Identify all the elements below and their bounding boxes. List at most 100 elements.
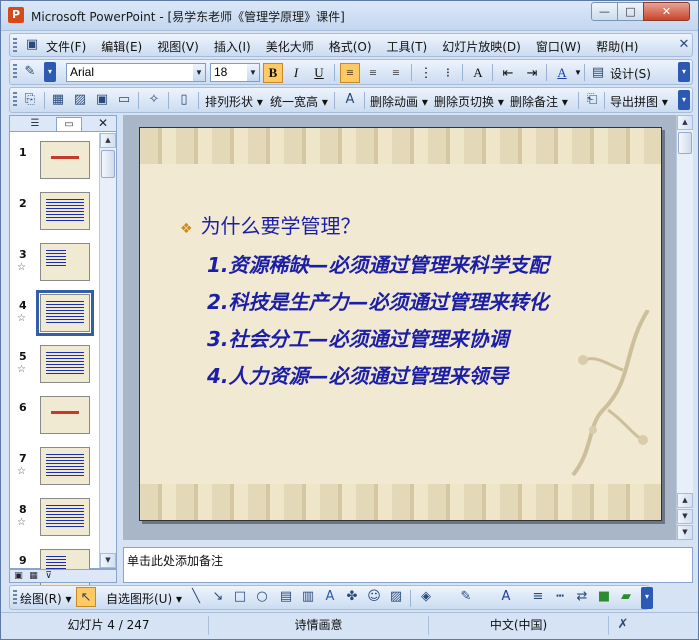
slide-thumbnail[interactable] bbox=[40, 498, 90, 536]
current-slide[interactable]: ❖ 为什么要学管理？ 1.资源稀缺—必须通过管理来科学支配 2.科技是生产力—必须… bbox=[139, 127, 662, 521]
slide-sorter-icon[interactable]: ▦ bbox=[27, 570, 40, 582]
line-color-icon[interactable]: ✎ bbox=[456, 587, 476, 607]
slide-thumbnail[interactable] bbox=[40, 141, 90, 179]
slide-scrollbar[interactable]: ▲ ▲ ▼ ▼ bbox=[676, 115, 693, 540]
menu-help[interactable]: 帮助(H) bbox=[596, 38, 638, 55]
scroll-thumb[interactable] bbox=[101, 150, 115, 178]
chevron-down-icon[interactable]: ▼ bbox=[247, 64, 259, 81]
close-icon[interactable]: ✕ bbox=[98, 116, 108, 130]
notes-placeholder[interactable]: 单击此处添加备注 bbox=[127, 552, 223, 569]
select-pointer-icon[interactable]: ↖ bbox=[76, 587, 96, 607]
scroll-thumb[interactable] bbox=[678, 132, 692, 154]
minimize-button[interactable]: — bbox=[591, 2, 618, 21]
slide-thumbnail-row[interactable]: 2 bbox=[10, 192, 100, 241]
align-left-icon[interactable]: ≡ bbox=[340, 63, 360, 83]
decrease-indent-icon[interactable]: ⇤ bbox=[498, 63, 518, 83]
dash-style-icon[interactable]: ┅ bbox=[550, 587, 570, 607]
delete-animation-button[interactable]: 删除动画 ▾ bbox=[370, 93, 428, 110]
line-icon[interactable]: ╲ bbox=[186, 587, 206, 607]
tab-slides[interactable]: ▭ bbox=[56, 117, 82, 131]
slide-thumbnail-row[interactable]: 5 ☆ bbox=[10, 345, 100, 394]
layout-icon[interactable]: ▭ bbox=[114, 90, 134, 110]
thumbnail-scrollbar[interactable]: ▲ ▼ bbox=[99, 133, 116, 568]
export-icon[interactable]: ⎗ bbox=[582, 90, 602, 110]
delete-notes-button[interactable]: 删除备注 ▾ bbox=[510, 93, 568, 110]
autoshapes-button[interactable]: 自选图形(U) ▾ bbox=[106, 590, 182, 607]
bold-button[interactable]: B bbox=[263, 63, 283, 83]
scroll-down-icon[interactable]: ▼ bbox=[677, 525, 693, 540]
design-icon[interactable]: ▤ bbox=[588, 63, 608, 83]
scroll-down-icon[interactable]: ▼ bbox=[100, 553, 116, 568]
page-icon[interactable]: ▯ bbox=[174, 90, 194, 110]
increase-indent-icon[interactable]: ⇥ bbox=[522, 63, 542, 83]
toolbar-options-icon[interactable]: ▾ bbox=[678, 62, 690, 82]
arrow-style-icon[interactable]: ⇄ bbox=[572, 587, 592, 607]
next-slide-icon[interactable]: ▼ bbox=[677, 509, 693, 524]
menu-edit[interactable]: 编辑(E) bbox=[101, 38, 142, 55]
picture-icon[interactable]: ▦ bbox=[48, 90, 68, 110]
draw-menu-button[interactable]: 绘图(R) ▾ bbox=[20, 590, 72, 607]
slide-thumbnail[interactable] bbox=[40, 345, 90, 383]
toolbar-grip[interactable] bbox=[13, 590, 17, 606]
align-center-icon[interactable]: ≡ bbox=[363, 63, 383, 83]
font-size-box[interactable]: 18 ▼ bbox=[210, 63, 260, 82]
line-style-icon[interactable]: ≡ bbox=[528, 587, 548, 607]
toolbar-grip[interactable] bbox=[13, 64, 17, 80]
slide-thumbnail-row[interactable]: 3 ☆ bbox=[10, 243, 100, 292]
export-puzzle-button[interactable]: 导出拼图 ▾ bbox=[610, 93, 668, 110]
slide-thumbnail-row[interactable]: 7 ☆ bbox=[10, 447, 100, 496]
toolbar-grip[interactable] bbox=[13, 38, 17, 54]
format-painter-icon[interactable]: ✎ bbox=[20, 62, 40, 82]
increase-font-icon[interactable]: A bbox=[468, 63, 488, 83]
tab-outline[interactable]: ☰ bbox=[22, 117, 48, 131]
photo-icon[interactable]: ▣ bbox=[92, 90, 112, 110]
arrow-icon[interactable]: ↘ bbox=[208, 587, 228, 607]
menu-file[interactable]: 文件(F) bbox=[46, 38, 86, 55]
slide-thumbnail[interactable] bbox=[40, 243, 90, 281]
close-button[interactable]: ✕ bbox=[643, 2, 690, 21]
toolbar-options-icon[interactable]: ▾ bbox=[641, 587, 653, 609]
powerpoint-app-icon[interactable]: P bbox=[8, 7, 24, 23]
underline-button[interactable]: U bbox=[309, 63, 329, 83]
numbering-icon[interactable]: ⋮ bbox=[416, 63, 436, 83]
slide-thumbnail[interactable] bbox=[40, 396, 90, 434]
textbox-icon[interactable]: ▤ bbox=[276, 587, 296, 607]
scroll-up-icon[interactable]: ▲ bbox=[100, 133, 116, 148]
toolbar-grip[interactable] bbox=[13, 92, 17, 108]
3d-icon[interactable]: ▰ bbox=[616, 587, 636, 607]
font-color-icon[interactable]: A bbox=[496, 587, 516, 607]
vertical-textbox-icon[interactable]: ▥ bbox=[298, 587, 318, 607]
insert-picture-icon[interactable]: ▨ bbox=[386, 587, 406, 607]
bullets-icon[interactable]: ⁝ bbox=[438, 63, 458, 83]
notes-pane[interactable]: 单击此处添加备注 bbox=[123, 547, 693, 583]
italic-button[interactable]: I bbox=[286, 63, 306, 83]
slide-text-body[interactable]: ❖ 为什么要学管理？ 1.资源稀缺—必须通过管理来科学支配 2.科技是生产力—必须… bbox=[180, 210, 549, 397]
close-document-icon[interactable]: ✕ bbox=[674, 35, 694, 55]
menu-beautify[interactable]: 美化大师 bbox=[266, 38, 314, 55]
align-right-icon[interactable]: ≡ bbox=[386, 63, 406, 83]
toolbar-options-icon[interactable]: ▾ bbox=[44, 62, 56, 82]
document-icon[interactable]: ▣ bbox=[22, 35, 42, 55]
previous-slide-icon[interactable]: ▲ bbox=[677, 493, 693, 508]
font-name-box[interactable]: Arial ▼ bbox=[66, 63, 206, 82]
menu-format[interactable]: 格式(O) bbox=[329, 38, 372, 55]
text-style-icon[interactable]: A bbox=[340, 90, 360, 110]
chevron-down-icon[interactable]: ▼ bbox=[193, 64, 205, 81]
chevron-down-icon[interactable]: ▼ bbox=[568, 63, 588, 83]
menu-insert[interactable]: 插入(I) bbox=[214, 38, 251, 55]
menu-window[interactable]: 窗口(W) bbox=[536, 38, 581, 55]
oval-icon[interactable]: ○ bbox=[252, 587, 272, 607]
spell-check-icon[interactable]: ✗ bbox=[613, 615, 633, 635]
uniform-size-button[interactable]: 统一宽高 ▾ bbox=[270, 93, 328, 110]
wordart-icon[interactable]: A bbox=[320, 587, 340, 607]
toolbar-options-icon[interactable]: ▾ bbox=[678, 90, 690, 110]
menu-view[interactable]: 视图(V) bbox=[157, 38, 199, 55]
delete-transition-button[interactable]: 删除页切换 ▾ bbox=[434, 93, 504, 110]
rectangle-icon[interactable]: □ bbox=[230, 587, 250, 607]
new-slide-icon[interactable]: ⎘ bbox=[20, 90, 40, 110]
slide-thumbnail-row[interactable]: 4 ☆ bbox=[10, 290, 100, 343]
design-button[interactable]: 设计(S) bbox=[610, 65, 651, 82]
slide-thumbnail[interactable] bbox=[40, 447, 90, 485]
slide-thumbnail-row[interactable]: 6 bbox=[10, 396, 100, 445]
magic-wand-icon[interactable]: ✧ bbox=[144, 90, 164, 110]
